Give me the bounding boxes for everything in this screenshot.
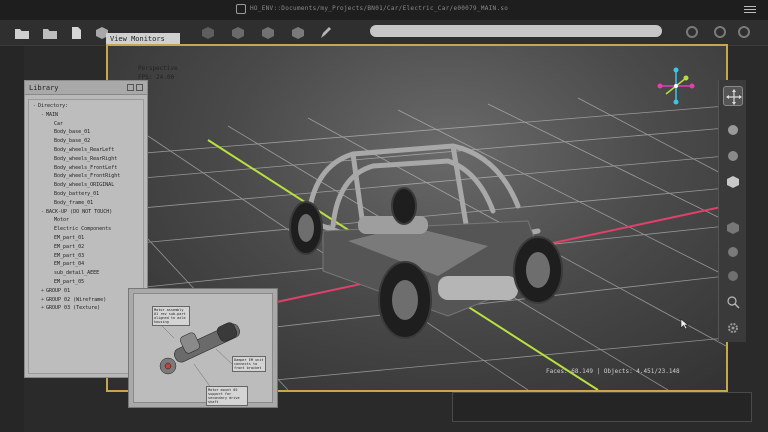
library-tree-item-label: EM_part_03 — [54, 252, 85, 259]
title-bar: HO_ENV::Documents/my_Projects/BN01/Car/E… — [0, 0, 768, 20]
close-icon[interactable] — [136, 84, 143, 91]
library-tree-item[interactable]: Body_wheels_FrontLeft — [33, 164, 143, 173]
folder-icon[interactable] — [14, 25, 30, 39]
library-tree-item-label: GROUP 02 (Wireframe) — [46, 296, 107, 303]
library-tree-item-label: EM_part_01 — [54, 234, 85, 241]
file-icon[interactable] — [68, 25, 84, 39]
library-tree-item-label: EM_part_02 — [54, 243, 85, 250]
user-icon[interactable] — [686, 26, 698, 38]
sphere-icon[interactable] — [723, 146, 743, 166]
settings-icon[interactable] — [714, 26, 726, 38]
library-tree-item-label: EM_part_04 — [54, 261, 85, 268]
library-tree-item[interactable]: Body_wheels_RearRight — [33, 155, 143, 164]
library-tree-item[interactable]: + GROUP 03 (Texture) — [33, 304, 143, 313]
library-tree-item[interactable]: Body_base_01 — [33, 128, 143, 137]
move-icon[interactable] — [723, 86, 743, 106]
sphere-icon[interactable] — [723, 120, 743, 140]
library-tree-item-label: Body_wheels_ORIGINAL — [54, 182, 115, 189]
part-preview-window: Motor assembly 01 rev sub-part aligned t… — [128, 288, 278, 408]
sphere-icon[interactable] — [723, 266, 743, 286]
library-tree-item[interactable]: EM_part_04 — [33, 260, 143, 269]
library-tree-item-label: EM_part_05 — [54, 278, 85, 285]
app-icon — [236, 4, 246, 14]
library-tree-item[interactable]: Body_wheels_ORIGINAL — [33, 181, 143, 190]
library-tree-item[interactable]: Electric Components — [33, 225, 143, 234]
scene-stats: Faces: 68.149 | Objects: 4.451/23.148 — [546, 368, 680, 375]
orientation-gizmo[interactable] — [656, 66, 696, 106]
library-tree-item[interactable]: - BACK-UP (DO NOT TOUCH) — [33, 208, 143, 217]
library-tree-item[interactable]: - Directory: — [33, 102, 143, 111]
search-input[interactable] — [370, 25, 662, 37]
library-tree-item[interactable]: EM_part_02 — [33, 243, 143, 252]
part-preview-canvas: Motor assembly 01 rev sub-part aligned t… — [133, 293, 273, 406]
library-tree-item-label: Body_wheels_RearRight — [54, 155, 118, 162]
library-tree-item[interactable]: EM_part_03 — [33, 252, 143, 261]
gear-icon[interactable] — [723, 318, 743, 338]
bottom-panel — [452, 392, 752, 422]
camera-label: Perspective — [138, 65, 178, 72]
tool-strip — [718, 80, 746, 342]
library-title: Library — [29, 84, 59, 92]
cursor-icon — [680, 318, 689, 330]
library-tree-item-label: Body_wheels_FrontRight — [54, 173, 121, 180]
folder-icon[interactable] — [42, 25, 58, 39]
library-tree-item[interactable]: EM_part_01 — [33, 234, 143, 243]
library-tree-item[interactable]: + GROUP 02 (Wireframe) — [33, 296, 143, 305]
annotation-note: Motor assembly 01 rev sub-part aligned t… — [152, 306, 190, 326]
help-icon[interactable] — [738, 26, 750, 38]
library-tree-item[interactable]: + GROUP 01 — [33, 287, 143, 296]
zoom-icon[interactable] — [723, 292, 743, 312]
library-tree-item-label: Body_base_01 — [54, 129, 91, 136]
sphere-icon[interactable] — [723, 242, 743, 262]
cube-icon[interactable] — [260, 25, 276, 39]
library-tree-item[interactable]: EM_part_05 — [33, 278, 143, 287]
library-tree-item-label: Body_wheels_FrontLeft — [54, 164, 118, 171]
library-tree-item[interactable]: Body_battery_01 — [33, 190, 143, 199]
cube-icon[interactable] — [230, 25, 246, 39]
library-tree-item-label: GROUP 01 — [46, 287, 71, 294]
library-tree-item[interactable]: Body_wheels_RearLeft — [33, 146, 143, 155]
minimize-icon[interactable] — [127, 84, 134, 91]
cube-icon[interactable] — [723, 218, 743, 238]
library-tree-item-label: Electric Components — [54, 226, 112, 233]
library-tree-item-label: Body_frame_01 — [54, 199, 94, 206]
library-tree-item[interactable]: Body_wheels_FrontRight — [33, 172, 143, 181]
library-tree-item-label: BACK-UP (DO NOT TOUCH) — [46, 208, 113, 215]
library-tree-item[interactable]: - MAIN — [33, 111, 143, 120]
library-tree-item-label: Body_battery_01 — [54, 190, 100, 197]
library-tree: - Directory: - MAIN Car Body_base_01 Body_base… — [28, 99, 144, 374]
library-tree-item-label: Body_wheels_RearLeft — [54, 146, 115, 153]
library-tree-item-label: sub_detail_AEEE — [54, 270, 100, 277]
library-tree-item[interactable]: Car — [33, 120, 143, 129]
left-dock — [0, 46, 24, 432]
library-tree-item-label: Directory: — [38, 103, 69, 109]
library-tree-item-label: Body_base_02 — [54, 138, 91, 145]
cube-icon[interactable] — [200, 25, 216, 39]
annotation-note: Motor mount 05 support for secondary dri… — [206, 386, 248, 406]
library-tree-item[interactable]: Body_base_02 — [33, 137, 143, 146]
library-tree-item-label: GROUP 03 (Texture) — [46, 305, 101, 312]
window-title: HO_ENV::Documents/my_Projects/BN01/Car/E… — [250, 5, 509, 12]
library-tree-item[interactable]: sub_detail_AEEE — [33, 269, 143, 278]
menu-icon[interactable] — [744, 4, 756, 14]
library-tree-item[interactable]: Motor — [33, 216, 143, 225]
annotation-note: Damper EM unit connects to front bracket — [232, 356, 266, 372]
pen-icon[interactable] — [318, 25, 334, 39]
library-tree-item[interactable]: Body_frame_01 — [33, 199, 143, 208]
cube-icon[interactable] — [723, 172, 743, 192]
library-tree-item-label: MAIN — [46, 111, 59, 118]
library-tree-item-label: Car — [54, 120, 64, 127]
library-header[interactable]: Library — [25, 81, 147, 95]
cube-icon[interactable] — [290, 25, 306, 39]
library-tree-item-label: Motor — [54, 217, 70, 224]
